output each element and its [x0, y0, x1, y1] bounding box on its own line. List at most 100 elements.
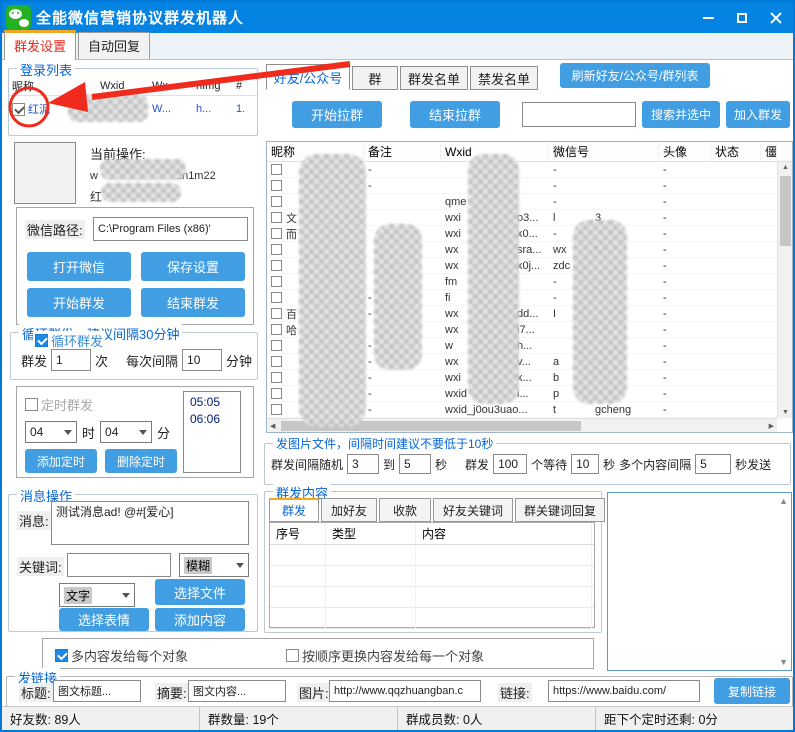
tab-send-list[interactable]: 群发名单: [400, 66, 468, 90]
table-row[interactable]: wxsra... wxt -: [267, 242, 792, 258]
row-checkbox[interactable]: [271, 340, 282, 351]
vertical-scroll-thumb[interactable]: [780, 176, 791, 246]
tab-block-list[interactable]: 禁发名单: [470, 66, 538, 90]
send-count-input[interactable]: [51, 349, 91, 371]
delete-timer-button[interactable]: 删除定时: [105, 449, 177, 473]
maximize-button[interactable]: [725, 2, 759, 33]
row-checkbox[interactable]: [271, 308, 282, 319]
vertical-scrollbar[interactable]: ▲ ▼: [777, 162, 792, 418]
link-image-input[interactable]: [329, 680, 481, 702]
content-tab-collect[interactable]: 收款: [379, 498, 431, 522]
table-row[interactable]: - wxidi... p -: [267, 386, 792, 402]
table-row[interactable]: - wxid_j0ou3uao... tgcheng -: [267, 402, 792, 418]
table-row[interactable]: fm - -: [267, 274, 792, 290]
table-row[interactable]: - fi - -: [267, 290, 792, 306]
copy-link-button[interactable]: 复制链接: [714, 678, 790, 704]
row-checkbox[interactable]: [271, 388, 282, 399]
tab-groups[interactable]: 群: [352, 66, 398, 90]
table-row[interactable]: 哈 wxi7... h... -: [267, 322, 792, 338]
content-tab-add-friend[interactable]: 加好友: [321, 498, 377, 522]
save-settings-button[interactable]: 保存设置: [141, 252, 245, 281]
sequential-content-checkbox[interactable]: [286, 649, 299, 662]
row-checkbox[interactable]: [271, 292, 282, 303]
interval-max-input[interactable]: [399, 454, 431, 474]
table-row[interactable]: - wxix... b -: [267, 370, 792, 386]
table-row[interactable]: 而 wxix0... - -: [267, 226, 792, 242]
interval-min-input[interactable]: [347, 454, 379, 474]
multi-content-interval-input[interactable]: [695, 454, 731, 474]
tab-friends-accounts[interactable]: 好友/公众号: [266, 64, 350, 90]
link-summary-input[interactable]: [188, 680, 286, 702]
content-tab-group-keyword[interactable]: 群关键词回复: [515, 498, 605, 522]
row-checkbox[interactable]: [271, 180, 282, 191]
table-row[interactable]: - - -: [267, 162, 792, 178]
table-row[interactable]: wxx0j... zdc -: [267, 258, 792, 274]
column-header[interactable]: 昵称: [267, 142, 364, 161]
add-timer-button[interactable]: 添加定时: [25, 449, 97, 473]
minimize-button[interactable]: [691, 2, 725, 33]
wechat-path-input[interactable]: [93, 217, 248, 241]
loop-send-checkbox[interactable]: [35, 334, 48, 347]
join-send-button[interactable]: 加入群发: [726, 101, 790, 128]
table-row[interactable]: - - -: [267, 178, 792, 194]
column-header[interactable]: 状态: [711, 142, 761, 161]
timer-checkbox[interactable]: [25, 398, 38, 411]
open-wechat-button[interactable]: 打开微信: [27, 252, 131, 281]
table-row[interactable]: qme - -: [267, 194, 792, 210]
close-button[interactable]: [759, 2, 793, 33]
timer-item[interactable]: 06:06: [190, 411, 234, 428]
minute-select[interactable]: 04: [100, 421, 152, 443]
add-content-button[interactable]: 添加内容: [155, 608, 245, 631]
row-checkbox[interactable]: [271, 404, 282, 415]
keyword-input[interactable]: [67, 553, 171, 577]
content-tab-friend-keyword[interactable]: 好友关键词: [433, 498, 513, 522]
horizontal-scroll-thumb[interactable]: [281, 421, 581, 431]
log-panel[interactable]: ▲ ▼: [607, 492, 792, 671]
row-checkbox[interactable]: [271, 372, 282, 383]
column-header[interactable]: 微信号: [549, 142, 659, 161]
panel-scroll-up-icon[interactable]: ▲: [779, 496, 788, 506]
search-input[interactable]: [522, 102, 636, 127]
tab-auto-reply[interactable]: 自动回复: [78, 32, 150, 59]
timer-item[interactable]: 05:05: [190, 394, 234, 411]
scroll-right-icon[interactable]: ▶: [769, 422, 774, 430]
content-type-select[interactable]: 文字: [59, 583, 135, 607]
row-checkbox[interactable]: [271, 324, 282, 335]
multi-content-per-target-checkbox[interactable]: [55, 649, 68, 662]
match-mode-select[interactable]: 模糊: [179, 553, 249, 577]
row-checkbox[interactable]: [271, 212, 282, 223]
row-checkbox[interactable]: [271, 244, 282, 255]
end-mass-send-button[interactable]: 结束群发: [141, 288, 245, 317]
panel-scroll-down-icon[interactable]: ▼: [779, 657, 788, 667]
message-input[interactable]: [51, 501, 249, 545]
tab-mass-send-settings[interactable]: 群发设置: [4, 30, 76, 60]
row-checkbox[interactable]: [271, 164, 282, 175]
row-checkbox[interactable]: [271, 356, 282, 367]
refresh-lists-button[interactable]: 刷新好友/公众号/群列表: [560, 63, 710, 88]
end-pull-group-button[interactable]: 结束拉群: [410, 101, 500, 128]
column-header[interactable]: 备注: [364, 142, 441, 161]
column-header[interactable]: 僵尸: [761, 142, 777, 161]
column-header[interactable]: 头像: [659, 142, 711, 161]
scroll-left-icon[interactable]: ◀: [270, 422, 275, 430]
choose-emoji-button[interactable]: 选择表情: [59, 608, 149, 631]
link-url-input[interactable]: [548, 680, 700, 702]
link-title-input[interactable]: [53, 680, 141, 702]
table-row[interactable]: 百 - wxdd... I -: [267, 306, 792, 322]
login-row-checkbox[interactable]: [12, 103, 25, 116]
wait-seconds-input[interactable]: [571, 454, 599, 474]
start-mass-send-button[interactable]: 开始群发: [27, 288, 131, 317]
horizontal-scrollbar[interactable]: ◀ ▶: [267, 418, 777, 432]
scroll-down-icon[interactable]: ▼: [782, 409, 789, 416]
search-select-button[interactable]: 搜索并选中: [642, 101, 720, 128]
row-checkbox[interactable]: [271, 228, 282, 239]
batch-count-input[interactable]: [493, 454, 527, 474]
row-checkbox[interactable]: [271, 196, 282, 207]
interval-input[interactable]: [182, 349, 222, 371]
table-row[interactable]: 文 wxio3... l3 -: [267, 210, 792, 226]
start-pull-group-button[interactable]: 开始拉群: [292, 101, 382, 128]
login-row[interactable]: 红泥 W... h... 1.: [9, 96, 257, 122]
choose-file-button[interactable]: 选择文件: [155, 579, 245, 605]
column-header[interactable]: Wxid: [441, 142, 549, 161]
content-tab-send[interactable]: 群发: [269, 498, 319, 522]
